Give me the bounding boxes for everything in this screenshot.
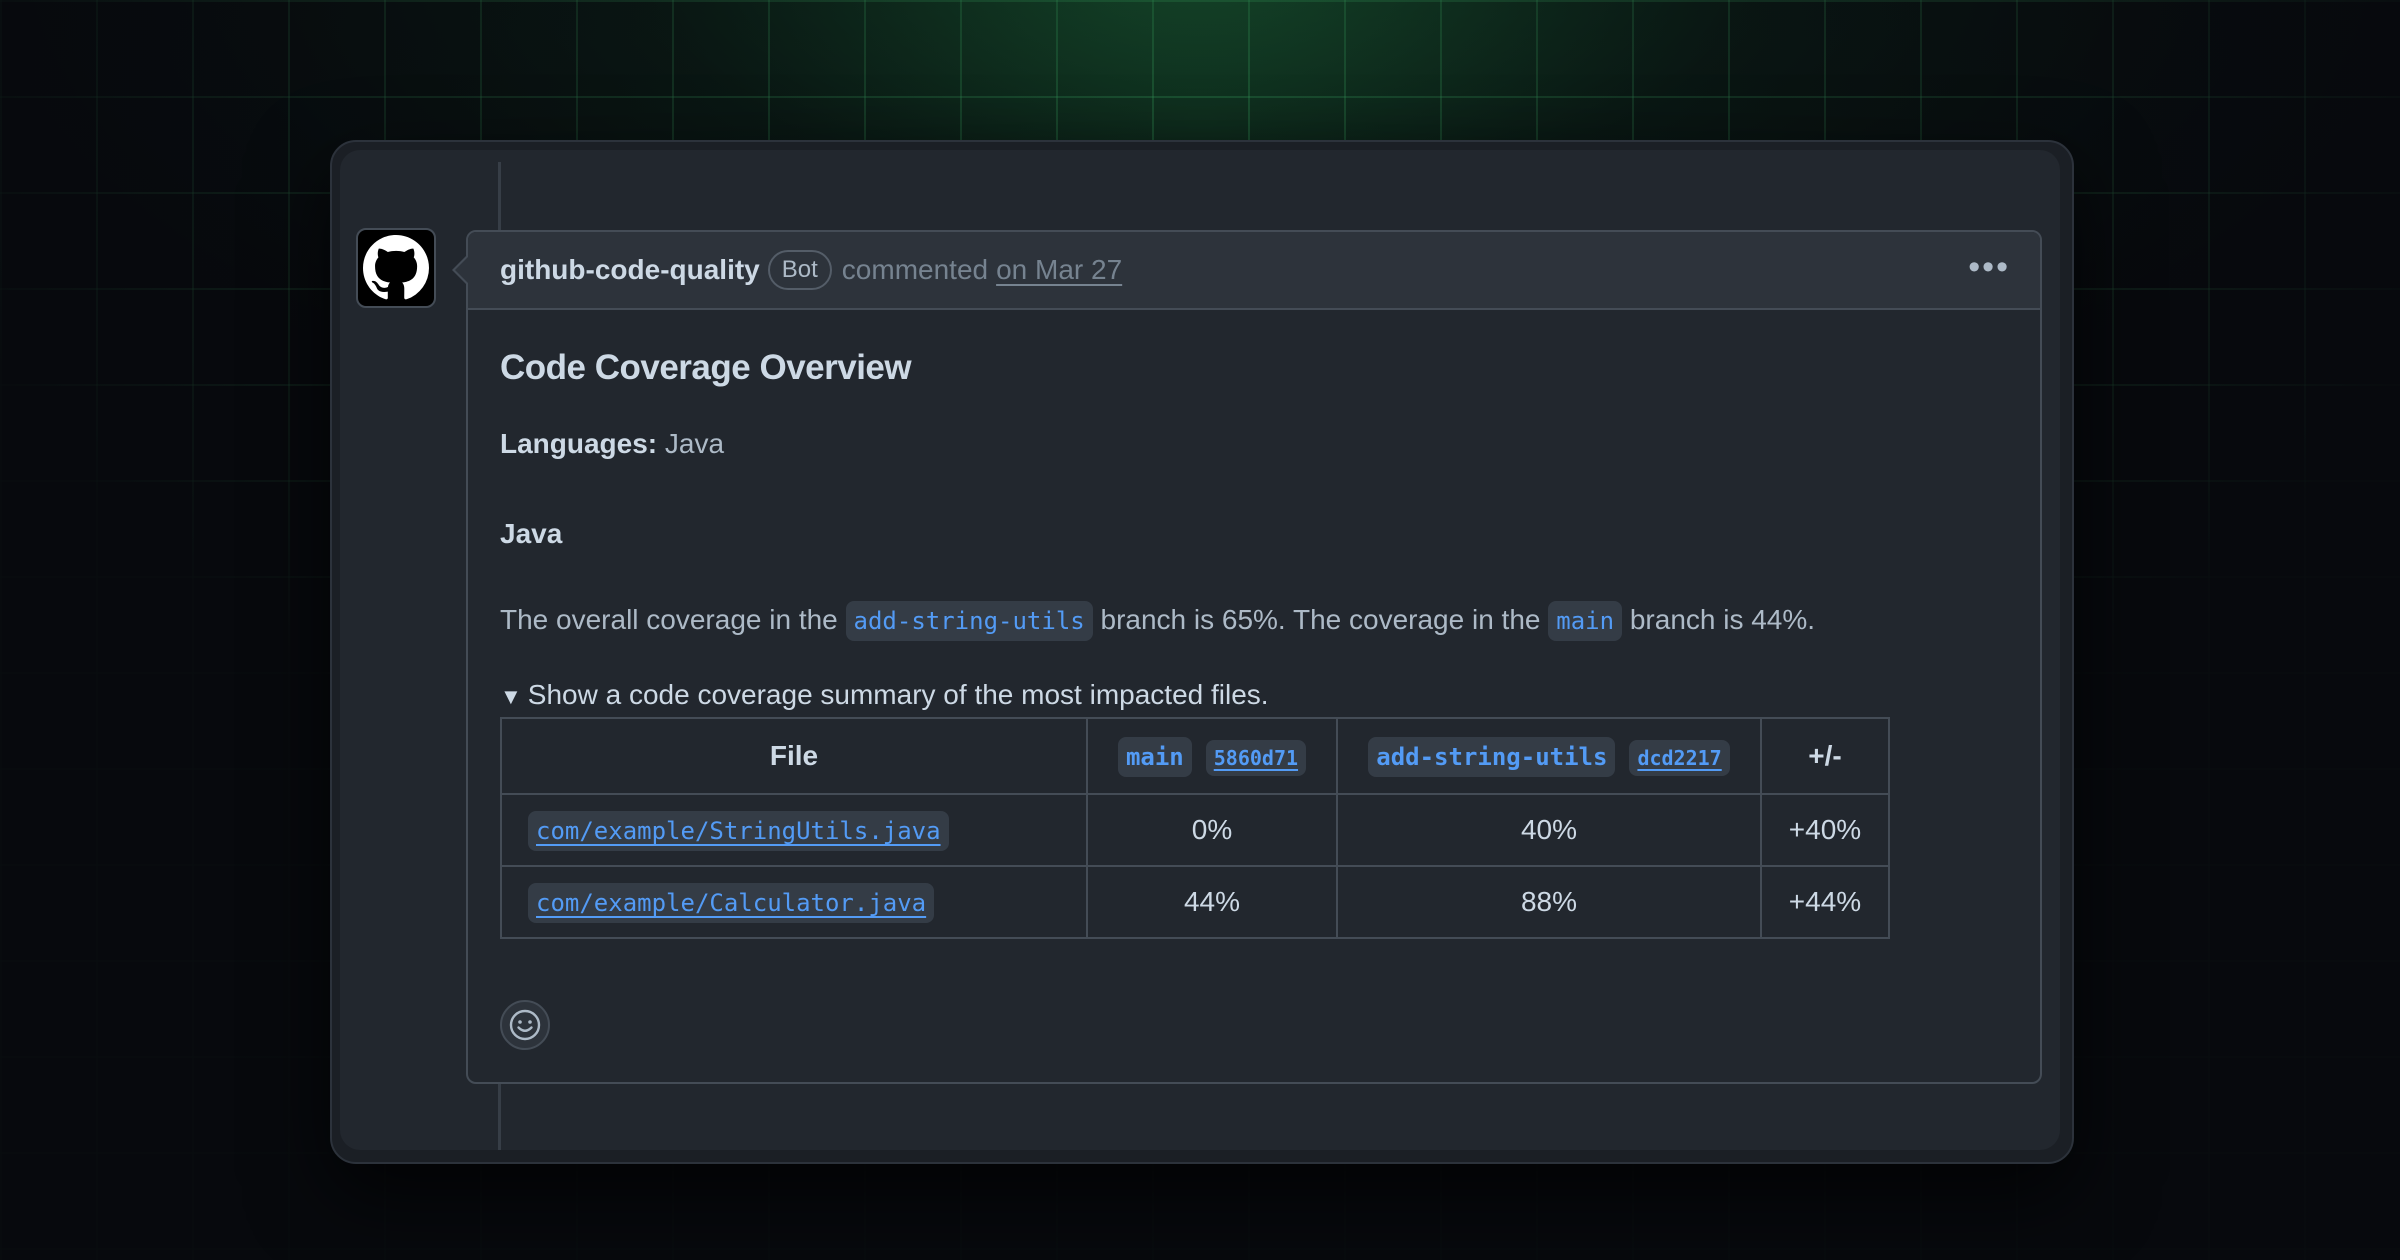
coverage-summary: The overall coverage in the add-string-u… (500, 598, 2040, 643)
comment-date-link[interactable]: on Mar 27 (996, 254, 1122, 286)
file-cell: com/example/Calculator.java (500, 865, 1088, 939)
coverage-text-2: branch is 65%. The coverage in the (1100, 604, 1541, 635)
add-reaction-button[interactable] (500, 1000, 550, 1050)
main-coverage-cell: 44% (1086, 865, 1338, 939)
header-base: main 5860d71 (1086, 717, 1338, 795)
kebab-horizontal-icon[interactable]: ••• (1956, 250, 2022, 284)
file-link[interactable]: com/example/StringUtils.java (528, 811, 949, 851)
header-head-sha-link[interactable]: dcd2217 (1629, 740, 1730, 776)
details-summary-text: Show a code coverage summary of the most… (527, 679, 1269, 710)
table-row: com/example/StringUtils.java 0% 40% +40% (500, 793, 1890, 867)
comment-box: github-code-quality Bot commented on Mar… (452, 230, 2042, 1084)
comment-header: github-code-quality Bot commented on Mar… (468, 232, 2040, 310)
languages-line: Languages: Java (500, 428, 2040, 460)
timeline-line-bottom (498, 1084, 501, 1150)
smiley-icon (509, 1009, 541, 1041)
bot-badge: Bot (767, 250, 832, 290)
table-row: com/example/Calculator.java 44% 88% +44% (500, 865, 1890, 939)
header-diff: +/- (1760, 717, 1890, 795)
languages-value: Java (664, 428, 725, 459)
comment-pointer-fill (455, 256, 469, 284)
coverage-text-3: branch is 44%. (1629, 604, 1816, 635)
header-head: add-string-utils dcd2217 (1336, 717, 1762, 795)
details-summary[interactable]: ▼ Show a code coverage summary of the mos… (500, 679, 2040, 711)
file-link[interactable]: com/example/Calculator.java (528, 883, 935, 923)
comment-action: commented (841, 254, 989, 285)
timeline-line-top (498, 162, 501, 230)
branch-code: add-string-utils (845, 601, 1093, 641)
header-file: File (500, 717, 1088, 795)
head-coverage-cell: 40% (1336, 793, 1762, 867)
avatar[interactable] (356, 228, 436, 308)
header-base-sha-link[interactable]: 5860d71 (1205, 740, 1307, 776)
diff-cell: +44% (1760, 865, 1890, 939)
github-mark-icon (363, 235, 429, 300)
comment-heading: Code Coverage Overview (500, 348, 912, 387)
author-link[interactable]: github-code-quality (500, 254, 760, 286)
coverage-text-1: The overall coverage in the (500, 604, 838, 635)
main-coverage-cell: 0% (1086, 793, 1338, 867)
header-head-branch: add-string-utils (1368, 737, 1616, 777)
file-cell: com/example/StringUtils.java (500, 793, 1088, 867)
coverage-table: File main 5860d71 add-string-utils dcd2217… (500, 717, 1890, 939)
languages-label: Languages: (500, 428, 658, 459)
head-coverage-cell: 88% (1336, 865, 1762, 939)
base-branch-code: main (1548, 601, 1623, 641)
diff-cell: +40% (1760, 793, 1890, 867)
header-base-branch: main (1117, 737, 1192, 777)
triangle-down-icon: ▼ (500, 684, 522, 709)
section-heading: Java (500, 518, 563, 549)
comment-body: Code Coverage Overview Languages: Java J… (468, 348, 2040, 939)
table-header-row: File main 5860d71 add-string-utils dcd2217… (500, 717, 1890, 795)
